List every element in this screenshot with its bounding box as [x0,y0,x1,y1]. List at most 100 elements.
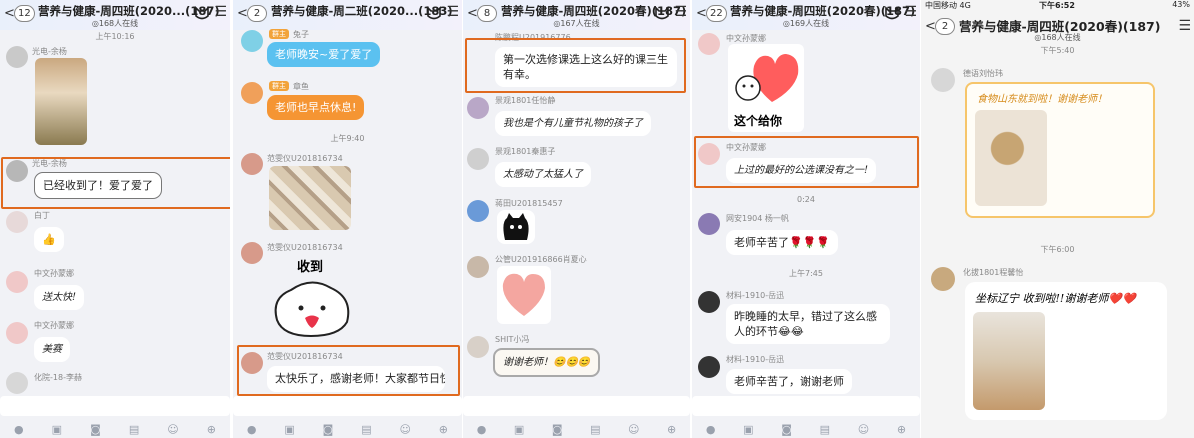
message-card[interactable]: 食物山东就到啦！谢谢老师！ [965,82,1155,218]
sticker-message[interactable]: 这个给你 [728,44,804,132]
sticker-message[interactable]: 收到 [269,256,355,340]
camera-icon[interactable]: ◙ [781,423,792,436]
photo-message[interactable] [975,110,1047,206]
plus-icon[interactable]: ⊕ [207,423,216,436]
avatar[interactable] [698,213,720,235]
input-toolbar: ● ▣ ◙ ▤ ☺ ⊕ [0,420,230,438]
plus-icon[interactable]: ⊕ [897,423,906,436]
avatar[interactable] [241,30,263,52]
chat-header: < 2 营养与健康-周四班(2020春)(187) ◎168人在线 ☰ [921,10,1194,44]
avatar[interactable] [6,46,28,68]
message-bubble[interactable]: 太感动了太猛人了 [495,162,591,187]
emoji-icon[interactable]: ☺ [399,423,410,436]
cat-icon[interactable] [426,5,442,21]
sender-name: 化院-18-李赫 [34,373,82,382]
emoji-icon[interactable]: ☺ [167,423,178,436]
avatar[interactable] [931,68,955,92]
message-bubble[interactable]: 老师辛苦了🌹🌹🌹 [726,230,839,255]
avatar[interactable] [467,148,489,170]
sticker-caption: 收到 [297,260,324,275]
message-input[interactable] [692,396,920,416]
image-icon[interactable]: ▣ [743,423,753,436]
avatar[interactable] [467,97,489,119]
emoji-icon[interactable]: ☺ [628,423,639,436]
message-bubble[interactable]: 老师也早点休息! [267,95,365,120]
sender-name: 公管U201916866肖夏心 [495,255,587,264]
menu-icon[interactable]: ☰ [674,4,687,20]
file-icon[interactable]: ▤ [590,423,600,436]
avatar[interactable] [241,242,263,264]
image-icon[interactable]: ▣ [514,423,524,436]
message-bubble[interactable]: 谢谢老师！😊😊😊 [493,348,601,377]
file-icon[interactable]: ▤ [361,423,371,436]
mic-icon[interactable]: ● [247,423,257,436]
avatar[interactable] [241,153,263,175]
mic-icon[interactable]: ● [14,423,24,436]
cat-icon[interactable] [884,5,900,21]
chat-panel-3: < 8 营养与健康-周四班(2020春)(187) ◎167人在线 ☰ 陈鹏程U… [463,0,690,438]
chat-panel-5: 中国移动 4G 下午6:52 43% < 2 营养与健康-周四班(2020春)(… [921,0,1194,438]
camera-icon[interactable]: ◙ [552,423,563,436]
plus-icon[interactable]: ⊕ [439,423,448,436]
avatar[interactable] [241,82,263,104]
unread-count[interactable]: 2 [247,5,267,22]
file-icon[interactable]: ▤ [820,423,830,436]
sender-name: 材料-1910-岳迅 [726,355,785,364]
input-toolbar: ● ▣ ◙ ▤ ☺ ⊕ [692,420,920,438]
message-input[interactable] [463,396,690,416]
photo-message[interactable] [35,58,87,145]
timestamp: 上午10:16 [95,32,135,41]
message-bubble[interactable]: 美赛 [34,337,70,362]
file-icon[interactable]: ▤ [129,423,139,436]
sender-name: 范雯仪U201816734 [267,154,343,163]
message-bubble[interactable]: 老师晚安~爱了爱了 [267,42,381,67]
message-bubble[interactable]: 昨晚睡的太早，错过了这么感人的环节😂😂 [726,304,890,344]
camera-icon[interactable]: ◙ [323,423,334,436]
mic-icon[interactable]: ● [477,423,487,436]
message-input[interactable] [233,396,462,416]
message-input[interactable] [0,396,230,416]
camera-icon[interactable]: ◙ [90,423,101,436]
menu-icon[interactable]: ☰ [1178,18,1191,34]
avatar[interactable] [698,291,720,313]
online-count: ◎168人在线 [1034,33,1081,42]
avatar[interactable] [467,200,489,222]
message-bubble[interactable]: 老师辛苦了，谢谢老师 [726,369,852,394]
avatar[interactable] [6,372,28,394]
cat-icon[interactable] [654,5,670,21]
sticker-message[interactable] [497,266,551,324]
message-card[interactable]: 坐标辽宁 收到啦!!谢谢老师❤️❤️ [965,282,1167,420]
menu-icon[interactable]: ☰ [446,4,459,20]
avatar[interactable] [931,267,955,291]
image-icon[interactable]: ▣ [284,423,294,436]
menu-icon[interactable]: ☰ [214,4,227,20]
cat-icon[interactable] [194,5,210,21]
message-bubble[interactable]: 👍 [34,227,64,252]
sender-name: 中文孙蒙娜 [34,321,74,330]
avatar[interactable] [6,271,28,293]
avatar[interactable] [467,336,489,358]
avatar[interactable] [698,356,720,378]
plus-icon[interactable]: ⊕ [667,423,676,436]
chat-header: < 22 营养与健康-周四班(2020春)(187) ◎169人在线 ☰ [692,0,920,30]
chat-header: < 8 营养与健康-周四班(2020春)(187) ◎167人在线 ☰ [463,0,690,30]
emoji-icon[interactable]: ☺ [858,423,869,436]
message-bubble[interactable]: 送太快! [34,285,85,310]
image-icon[interactable]: ▣ [52,423,62,436]
photo-message[interactable] [269,166,351,230]
message-text: 食物山东就到啦！谢谢老师！ [977,94,1107,105]
avatar[interactable] [6,322,28,344]
sender-name: 材料-1910-岳迅 [726,291,785,300]
highlight-box [465,38,686,93]
sticker-message[interactable] [497,210,535,244]
avatar[interactable] [467,256,489,278]
avatar[interactable] [698,33,720,55]
mic-icon[interactable]: ● [706,423,716,436]
menu-icon[interactable]: ☰ [904,4,917,20]
sender-name: 德语刘怡玮 [963,69,1003,78]
avatar[interactable] [6,211,28,233]
sticker-caption: 这个给你 [734,114,783,128]
photo-message[interactable] [973,312,1045,410]
message-bubble[interactable]: 我也是个有儿童节礼物的孩子了 [495,111,651,136]
sender-name: 光电-余杨 [32,47,67,56]
